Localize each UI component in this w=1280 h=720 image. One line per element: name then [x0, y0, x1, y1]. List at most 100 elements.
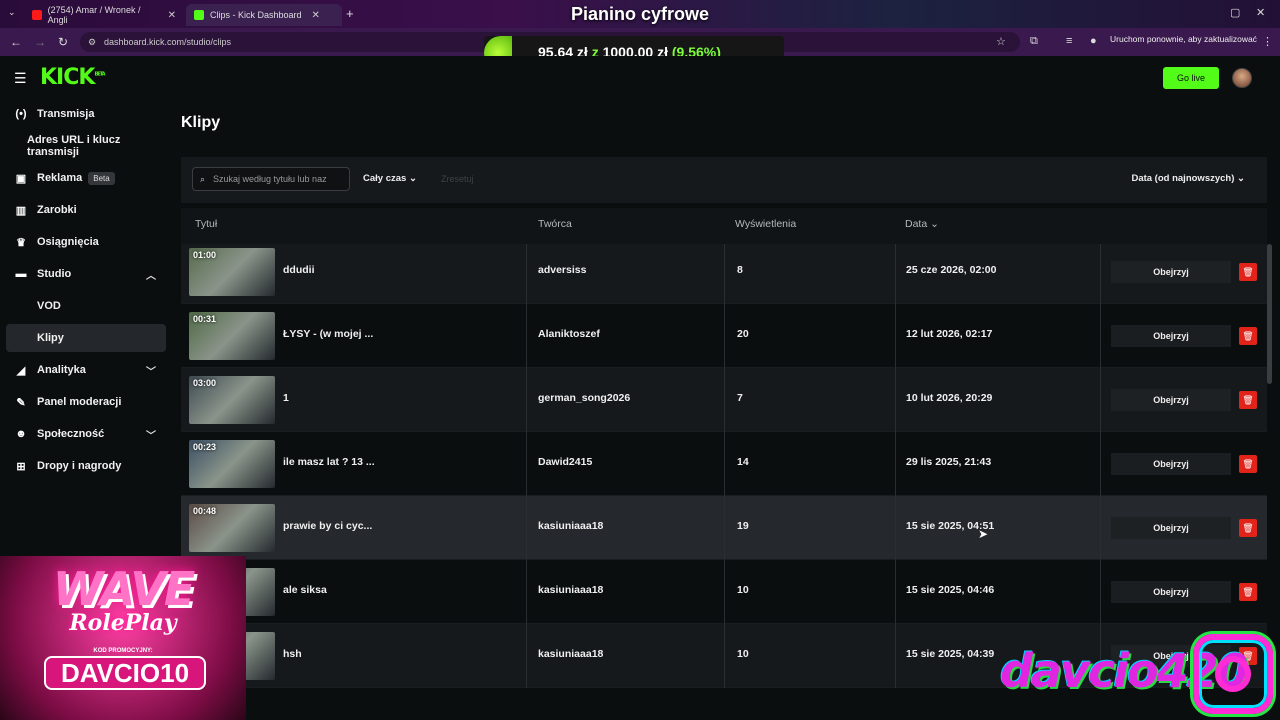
column-divider — [1100, 560, 1101, 624]
watch-button[interactable]: Obejrzyj — [1111, 325, 1231, 347]
watch-button[interactable]: Obejrzyj — [1111, 581, 1231, 603]
logo-text: KICK — [40, 65, 95, 90]
bookmark-star-icon[interactable]: ☆ — [996, 35, 1006, 48]
table-row[interactable]: 03:00 1 german_song2026 7 10 lut 2026, 20:29… — [181, 368, 1267, 432]
table-row[interactable]: 00:31 ŁYSY - (w mojej ... Alaniktoszef 20 12… — [181, 304, 1267, 368]
clip-duration: 03:00 — [193, 378, 217, 388]
delete-icon[interactable]: 🗑 — [1239, 391, 1257, 409]
column-divider — [895, 432, 896, 496]
time-filter-label: Cały czas — [363, 173, 407, 184]
sort-dropdown[interactable]: Data (od najnowszych) ⌄ — [1131, 173, 1245, 184]
column-divider — [1100, 304, 1101, 368]
chevron-down-icon: ⌄ — [408, 173, 417, 184]
hamburger-menu-icon[interactable]: ☰ — [14, 70, 27, 87]
sidebar: (•) Transmisja Adres URL i klucz transmi… — [0, 100, 172, 560]
delete-icon[interactable]: 🗑 — [1239, 583, 1257, 601]
sidebar-item-stream-key[interactable]: Adres URL i klucz transmisji — [6, 132, 166, 160]
chevron-down-icon[interactable]: ﹀ — [146, 427, 156, 442]
column-divider — [526, 624, 527, 688]
sidebar-item-studio[interactable]: ▬ Studio ︿ — [6, 260, 166, 288]
clip-title: ale siksa — [283, 584, 327, 596]
extensions-icon[interactable]: ⧉ — [1030, 35, 1038, 48]
column-divider — [526, 432, 527, 496]
table-row[interactable]: 01:00 ddudii adversiss 8 25 cze 2026, 02:00 O… — [181, 244, 1267, 304]
clip-title: ddudii — [283, 264, 315, 276]
clip-date: 12 lut 2026, 02:17 — [906, 328, 993, 340]
watch-button[interactable]: Obejrzyj — [1111, 261, 1231, 283]
reload-icon[interactable]: ↻ — [58, 35, 68, 49]
sidebar-item-spolecznosc[interactable]: ☻ Społeczność ﹀ — [6, 420, 166, 448]
sidebar-item-label: Analityka — [37, 364, 86, 376]
scrollbar[interactable] — [1267, 244, 1272, 384]
go-live-button[interactable]: Go live — [1163, 67, 1219, 89]
time-filter-dropdown[interactable]: Cały czas ⌄ — [363, 173, 417, 184]
sidebar-item-reklama[interactable]: ▣ Reklama Beta — [6, 164, 166, 192]
delete-icon[interactable]: 🗑 — [1239, 327, 1257, 345]
table-row[interactable]: ale siksa kasiuniaaa18 10 15 sie 2025, 04:4… — [181, 560, 1267, 624]
avatar[interactable] — [1232, 68, 1252, 88]
watch-button[interactable]: Obejrzyj — [1111, 517, 1231, 539]
column-divider — [724, 244, 725, 304]
search-input[interactable]: ⌕ Szukaj według tytułu lub naz — [192, 167, 350, 191]
sidebar-item-transmisja[interactable]: (•) Transmisja — [6, 100, 166, 128]
media-icon[interactable]: ≡ — [1066, 35, 1072, 47]
sidebar-item-osiagniecia[interactable]: ♛ Osiągnięcia — [6, 228, 166, 256]
forward-icon[interactable]: → — [34, 35, 46, 49]
sidebar-item-label: Transmisja — [37, 108, 95, 120]
beta-badge: Beta — [88, 171, 115, 185]
clip-date: 29 lis 2025, 21:43 — [906, 456, 992, 468]
kick-logo[interactable]: KICKBETA — [40, 65, 106, 90]
profile-icon[interactable]: ● — [1090, 35, 1097, 47]
chevron-down-icon[interactable]: ﹀ — [146, 363, 156, 378]
drops-icon: ⊞ — [16, 460, 26, 473]
sidebar-item-label: Reklama — [37, 172, 83, 184]
sidebar-item-zarobki[interactable]: ▥ Zarobki — [6, 196, 166, 224]
table-row[interactable]: 00:48 prawie by ci cyc... kasiuniaaa18 19 15… — [181, 496, 1267, 560]
clip-views: 19 — [737, 520, 749, 532]
clip-title: prawie by ci cyc... — [283, 520, 373, 532]
column-divider — [895, 496, 896, 560]
filter-bar: ⌕ Szukaj według tytułu lub naz Cały czas… — [181, 157, 1267, 203]
clip-title: hsh — [283, 648, 302, 660]
community-icon: ☻ — [15, 428, 27, 440]
sidebar-item-klipy[interactable]: Klipy — [6, 324, 166, 352]
sidebar-item-dropy[interactable]: ⊞ Dropy i nagrody — [6, 452, 166, 480]
clip-creator: kasiuniaaa18 — [538, 520, 604, 532]
column-divider — [895, 368, 896, 432]
broadcast-icon: (•) — [15, 108, 27, 120]
delete-icon[interactable]: 🗑 — [1239, 263, 1257, 281]
clip-views: 8 — [737, 264, 743, 276]
chevron-up-icon[interactable]: ︿ — [146, 267, 156, 282]
reset-button[interactable]: Zresetuj — [441, 174, 474, 184]
wrench-icon: ✎ — [16, 396, 26, 409]
sidebar-item-vod[interactable]: VOD — [6, 292, 166, 320]
promo-code: DAVCIO10 — [44, 656, 206, 690]
mouse-cursor-icon: ➤ — [978, 527, 989, 541]
delete-icon[interactable]: 🗑 — [1239, 455, 1257, 473]
watch-button[interactable]: Obejrzyj — [1111, 453, 1231, 475]
column-divider — [895, 244, 896, 304]
column-divider — [724, 304, 725, 368]
delete-icon[interactable]: 🗑 — [1239, 519, 1257, 537]
watch-button[interactable]: Obejrzyj — [1111, 389, 1231, 411]
table-header: Tytuł Twórca Wyświetlenia Data ⌄ — [181, 208, 1267, 244]
site-info-icon[interactable]: ⚙ — [88, 32, 96, 52]
analytics-icon: ◢ — [16, 364, 26, 377]
sidebar-item-label: VOD — [37, 300, 61, 312]
sidebar-item-panel-moderacji[interactable]: ✎ Panel moderacji — [6, 388, 166, 416]
sidebar-item-analityka[interactable]: ◢ Analityka ﹀ — [6, 356, 166, 384]
sidebar-item-label: Adres URL i klucz transmisji — [27, 134, 121, 158]
column-date-sort[interactable]: Data ⌄ — [905, 218, 939, 230]
clip-duration: 00:48 — [193, 506, 217, 516]
column-divider — [724, 368, 725, 432]
clip-creator: adversiss — [538, 264, 587, 276]
table-row[interactable]: 00:23 ile masz lat ? 13 ... Dawid2415 14 29 … — [181, 432, 1267, 496]
clip-creator: Dawid2415 — [538, 456, 593, 468]
sidebar-item-label: Studio — [37, 268, 72, 280]
menu-dots-icon[interactable]: ⋮ — [1262, 35, 1273, 48]
update-button[interactable]: Uruchom ponownie, aby zaktualizować — [1110, 34, 1257, 44]
clip-title: 1 — [283, 392, 289, 404]
promo-code-label: KOD PROMOCYJNY: — [93, 648, 153, 654]
clip-views: 10 — [737, 648, 749, 660]
back-icon[interactable]: ← — [10, 35, 22, 49]
